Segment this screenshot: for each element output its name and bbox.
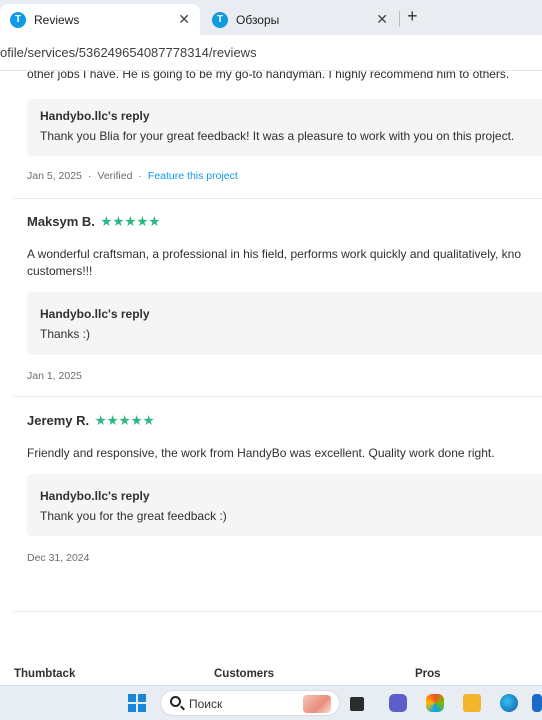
star-icon (107, 415, 118, 426)
thumbtack-favicon-icon: T (212, 11, 228, 28)
feature-project-link[interactable]: Feature this project (148, 170, 238, 182)
tab-reviews[interactable]: T Reviews ✕ (0, 4, 200, 35)
star-icon (149, 216, 160, 227)
reply-title: Handybo.llc's reply (40, 489, 150, 503)
task-view-icon[interactable] (350, 697, 364, 711)
star-icon (131, 415, 142, 426)
browser-tab-strip: T Reviews ✕ T Обзоры ✕ + (0, 0, 542, 35)
meta-separator: · (87, 170, 92, 182)
address-bar[interactable]: ofile/services/536249654087778314/review… (0, 35, 542, 71)
teams-icon[interactable] (389, 694, 407, 712)
windows-start-icon[interactable] (128, 694, 146, 712)
star-icon (119, 415, 130, 426)
review-date: Dec 31, 2024 (27, 552, 90, 564)
review-divider (14, 396, 542, 397)
tab-obzory[interactable]: T Обзоры ✕ (202, 4, 398, 35)
star-rating (101, 216, 160, 227)
close-icon[interactable]: ✕ (178, 11, 190, 28)
star-rating (95, 415, 154, 426)
reviews-page: other jobs I have. He is going to be my … (0, 71, 542, 685)
review-text: Friendly and responsive, the work from H… (27, 445, 542, 462)
star-icon (143, 415, 154, 426)
taskbar: Поиск (0, 685, 542, 720)
reply-title: Handybo.llc's reply (40, 109, 150, 123)
reply-title: Handybo.llc's reply (40, 307, 150, 321)
section-divider (14, 611, 542, 612)
tab-label: Reviews (34, 12, 80, 27)
review-text-line: customers!!! (27, 264, 93, 278)
reply-text: Thanks :) (40, 327, 91, 341)
tab-label: Обзоры (236, 12, 280, 27)
review-date: Jan 5, 2025 (27, 170, 82, 182)
reviewer-name-text: Maksym B. (27, 214, 95, 229)
meta-separator: · (138, 170, 142, 182)
reviewer-name: Jeremy R. (27, 413, 154, 428)
file-explorer-icon[interactable] (463, 694, 481, 712)
star-icon (125, 216, 136, 227)
review-text: A wonderful craftsman, a professional in… (27, 246, 542, 280)
reviewer-name-text: Jeremy R. (27, 413, 90, 428)
taskbar-search[interactable]: Поиск (160, 690, 340, 716)
url-text[interactable]: ofile/services/536249654087778314/review… (0, 45, 257, 60)
new-tab-button[interactable]: + (407, 6, 418, 27)
reply-text: Thank you Blia for your great feedback! … (40, 129, 515, 143)
review-meta: Jan 5, 2025 · Verified · Feature this projec… (27, 170, 238, 182)
edge-icon[interactable] (500, 694, 518, 712)
business-reply-box: Handybo.llc's reply Thank you Blia for y… (27, 99, 542, 156)
footer-heading-customers: Customers (214, 668, 275, 680)
thumbtack-favicon-icon: T (10, 11, 26, 28)
app-icon[interactable] (532, 694, 542, 712)
star-icon (137, 216, 148, 227)
star-icon (113, 216, 124, 227)
business-reply-box: Handybo.llc's reply Thank you for the gr… (27, 474, 542, 536)
footer-heading-pros: Pros (415, 668, 441, 680)
reviewer-name: Maksym B. (27, 214, 160, 229)
star-icon (101, 216, 112, 227)
reply-text: Thank you for the great feedback :) (40, 509, 227, 523)
search-label: Поиск (189, 697, 223, 711)
review-text-line: A wonderful craftsman, a professional in… (27, 247, 522, 261)
review-text-truncated: other jobs I have. He is going to be my … (27, 71, 510, 81)
business-reply-box: Handybo.llc's reply Thanks :) (27, 292, 542, 355)
star-icon (95, 415, 106, 426)
review-divider (14, 198, 542, 199)
copilot-icon[interactable] (426, 694, 444, 712)
search-icon (170, 696, 181, 707)
review-date: Jan 1, 2025 (27, 370, 82, 382)
footer-heading-thumbtack: Thumbtack (14, 668, 76, 680)
review-text-line: Friendly and responsive, the work from H… (27, 446, 495, 460)
close-icon[interactable]: ✕ (376, 11, 388, 28)
search-highlight-image (303, 695, 331, 713)
verified-label: Verified (97, 170, 133, 182)
tab-separator (399, 11, 400, 27)
